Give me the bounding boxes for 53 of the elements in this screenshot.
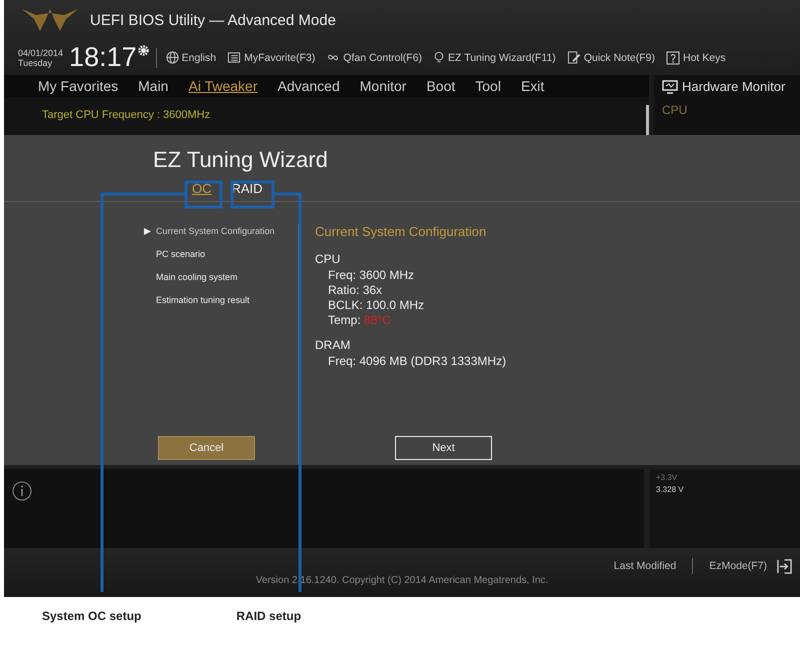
- globe-icon: [166, 51, 179, 64]
- menu-tab[interactable]: Boot: [422, 78, 460, 94]
- last-modified-button[interactable]: Last Modified: [610, 560, 680, 572]
- wizard-step[interactable]: Main cooling system: [141, 270, 291, 284]
- voltage-value: 3.328 V: [656, 485, 685, 494]
- list-icon: [227, 51, 242, 64]
- day-text: Tuesday: [18, 58, 54, 68]
- panel-title: Hardware Monitor: [682, 79, 786, 94]
- clock-time: 18:17: [69, 42, 137, 73]
- wizard-step[interactable]: Current System Configuration: [141, 224, 291, 238]
- voltage-label: +3.3V: [656, 473, 678, 482]
- lightbulb-icon: [433, 51, 446, 64]
- pointer-icon: [144, 228, 151, 234]
- config-line: Ratio: 36x: [327, 283, 384, 298]
- toolbar-button[interactable]: Quick Note(F9): [564, 51, 663, 64]
- toolbar-button[interactable]: English: [162, 51, 224, 64]
- toolbar-button[interactable]: Hot Keys: [663, 50, 734, 64]
- section-title: Current System Configuration: [315, 224, 488, 239]
- toolbar-button[interactable]: Qfan Control(F6): [323, 51, 430, 64]
- settings-icon[interactable]: [136, 44, 150, 57]
- config-line: Freq: 4096 MB (DDR3 1333MHz): [327, 354, 506, 369]
- exit-icon[interactable]: [777, 558, 792, 574]
- scrollbar[interactable]: [646, 105, 649, 135]
- dialog-title: EZ Tuning Wizard: [152, 146, 329, 174]
- dialog-button[interactable]: Cancel: [158, 436, 255, 460]
- menu-tab[interactable]: Advanced: [273, 78, 344, 94]
- ez-mode-button[interactable]: EzMode(F7): [705, 560, 771, 572]
- menu-tab[interactable]: Exit: [516, 78, 548, 94]
- dialog-button[interactable]: Next: [395, 436, 492, 460]
- toolbar-button[interactable]: EZ Tuning Wizard(F11): [430, 51, 564, 64]
- section-label: CPU: [662, 103, 688, 117]
- config-line: BCLK: 100.0 MHz: [327, 298, 426, 313]
- monitor-icon: [662, 80, 678, 94]
- toolbar-button[interactable]: MyFavorite(F3): [224, 51, 324, 64]
- menu-tab[interactable]: Monitor: [356, 78, 410, 94]
- help-icon: [666, 50, 680, 64]
- config-line: Freq: 3600 MHz: [327, 268, 416, 283]
- menu-tab[interactable]: Tool: [471, 78, 505, 94]
- config-line: Temp: 88°C: [327, 313, 392, 328]
- wizard-step[interactable]: Estimation tuning result: [141, 293, 291, 307]
- group-label: CPU: [315, 251, 342, 268]
- menu-tab[interactable]: My Favorites: [34, 78, 122, 94]
- wizard-step[interactable]: PC scenario: [141, 247, 291, 261]
- menu-tab[interactable]: Ai Tweaker: [184, 78, 262, 94]
- menu-tab[interactable]: Main: [134, 78, 172, 94]
- date-text: 04/01/2014: [18, 48, 64, 58]
- annotation-label: System OC setup: [42, 609, 142, 623]
- info-icon[interactable]: [12, 481, 32, 501]
- setting-item[interactable]: Target CPU Frequency : 3600MHz: [42, 109, 210, 121]
- annotation-label: RAID setup: [236, 609, 302, 623]
- group-label: DRAM: [315, 337, 352, 354]
- note-pencil-icon: [566, 51, 581, 64]
- window-title: UEFI BIOS Utility — Advanced Mode: [90, 12, 336, 28]
